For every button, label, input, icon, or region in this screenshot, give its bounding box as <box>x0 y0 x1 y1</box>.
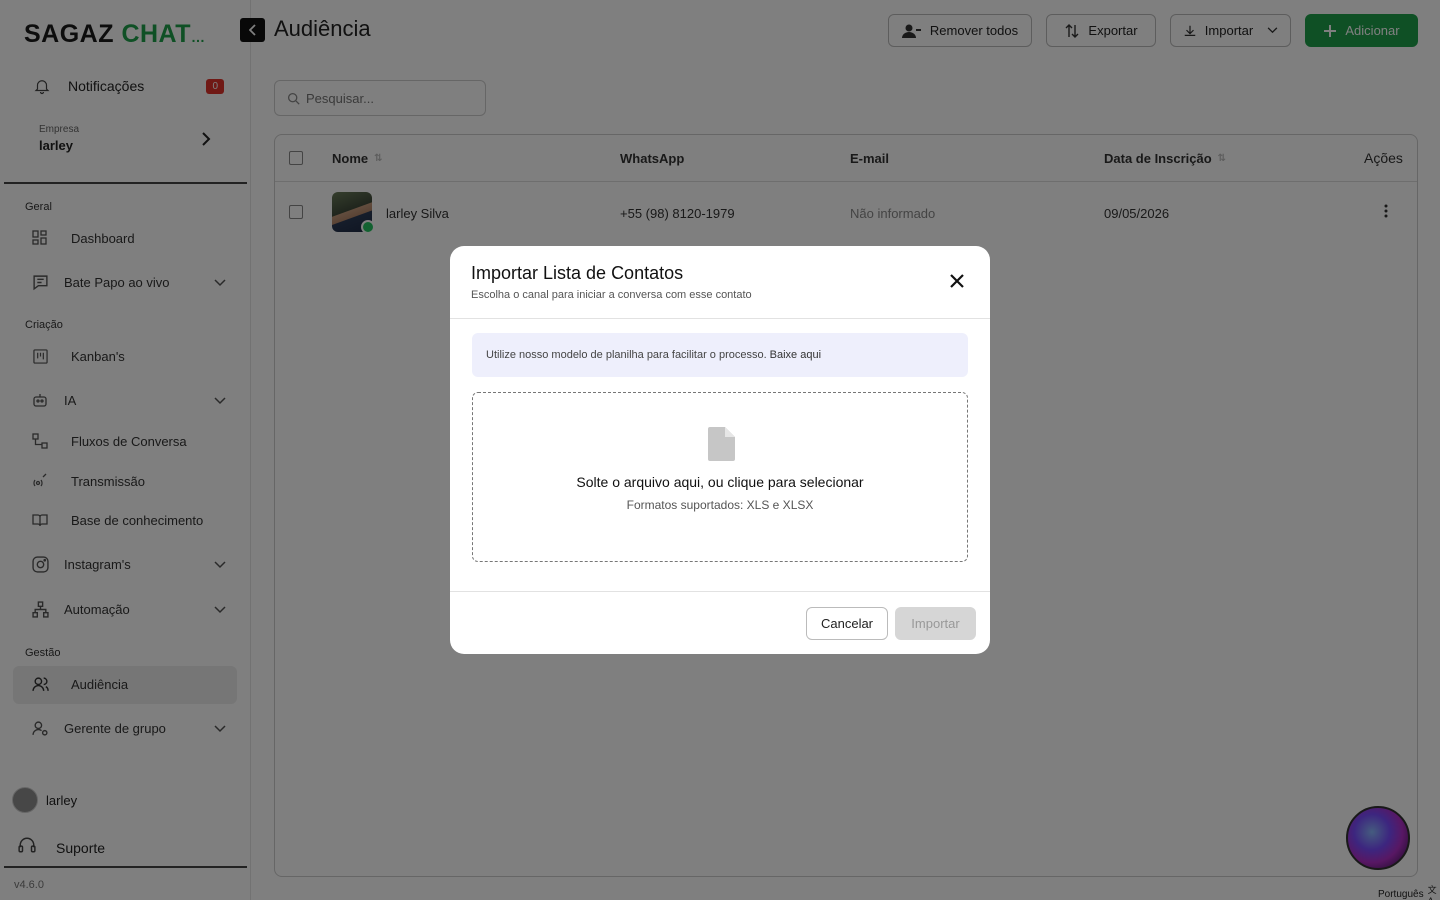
file-dropzone[interactable]: Solte o arquivo aqui, ou clique para sel… <box>472 392 968 562</box>
dropzone-formats: Formatos suportados: XLS e XLSX <box>626 498 814 512</box>
modal-subtitle: Escolha o canal para iniciar a conversa … <box>471 289 752 301</box>
import-contacts-modal: Importar Lista de Contatos Escolha o can… <box>450 246 990 654</box>
close-icon[interactable] <box>948 272 966 290</box>
dropzone-text: Solte o arquivo aqui, ou clique para sel… <box>576 474 864 490</box>
template-info-box: Utilize nosso modelo de planilha para fa… <box>472 333 968 377</box>
cancel-button[interactable]: Cancelar <box>806 607 888 640</box>
modal-title: Importar Lista de Contatos <box>471 263 684 283</box>
download-template-link[interactable]: Baixe aqui <box>770 349 821 361</box>
modal-divider <box>450 318 990 319</box>
file-icon <box>708 427 735 466</box>
modal-footer-divider <box>450 591 990 592</box>
import-button[interactable]: Importar <box>895 607 976 640</box>
